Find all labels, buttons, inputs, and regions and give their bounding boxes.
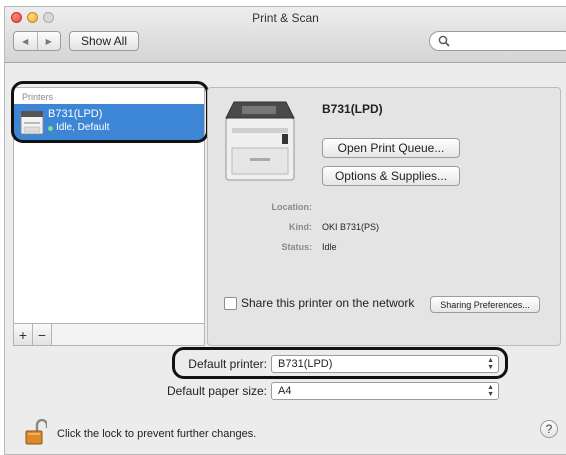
status-value: Idle [322,242,337,252]
default-paper-size-label: Default paper size: [166,384,267,398]
open-print-queue-button[interactable]: Open Print Queue... [322,138,460,158]
kind-value: OKI B731(PS) [322,222,380,232]
search-input[interactable] [429,31,566,51]
sharing-preferences-button[interactable]: Sharing Preferences... [430,296,540,313]
help-button[interactable]: ? [540,420,558,438]
printer-detail-panel: B731(LPD) Open Print Queue... Options & … [207,87,561,346]
lock-icon[interactable] [25,419,47,445]
highlight-default-printer [172,347,508,379]
print-scan-window: Print & Scan ◀ ▶ Show All Printers B731(… [4,6,566,455]
title-bar: Print & Scan ◀ ▶ Show All [5,7,566,63]
back-forward-control: ◀ ▶ [13,31,61,51]
remove-printer-button[interactable]: − [33,324,52,345]
window-title: Print & Scan [252,11,319,25]
add-remove-bar: + − [13,323,205,346]
add-printer-button[interactable]: + [14,324,33,345]
show-all-button[interactable]: Show All [69,31,139,51]
default-paper-size-select[interactable]: A4 ▲ ▼ [271,382,499,400]
highlight-printer-list [11,81,209,143]
kind-label: Kind: [289,222,312,232]
popup-arrows-icon: ▲ ▼ [487,384,494,398]
default-paper-size-value: A4 [278,385,292,397]
share-printer-checkbox[interactable] [224,296,237,310]
lock-message: Click the lock to prevent further change… [57,428,257,440]
location-label: Location: [271,202,313,212]
share-printer-label: Share this printer on the network [241,296,415,310]
share-printer-option[interactable]: Share this printer on the network [224,296,414,310]
options-supplies-button[interactable]: Options & Supplies... [322,166,460,186]
search-icon [438,35,450,47]
printer-image [225,101,295,181]
forward-button[interactable]: ▶ [36,32,61,50]
detail-printer-name: B731(LPD) [322,102,383,116]
back-button[interactable]: ◀ [14,32,37,50]
status-label: Status: [281,242,312,252]
